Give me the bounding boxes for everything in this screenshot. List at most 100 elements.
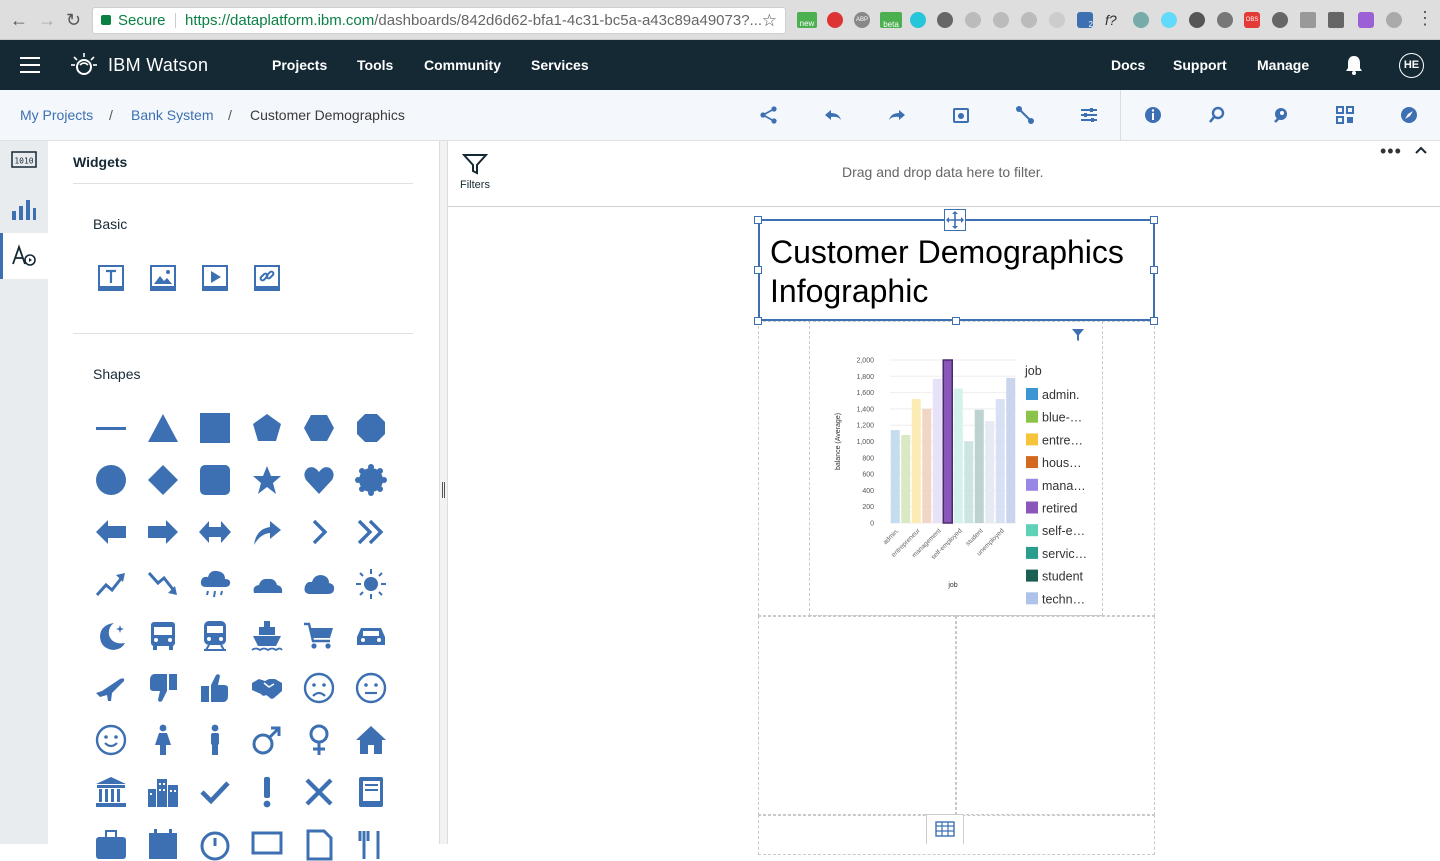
connect-icon[interactable] (1015, 105, 1035, 125)
extension-icon[interactable] (1386, 12, 1402, 28)
square-shape-icon[interactable] (198, 411, 232, 445)
diamond-shape-icon[interactable] (146, 463, 180, 497)
pentagon-shape-icon[interactable] (250, 411, 284, 445)
grid-icon[interactable] (1335, 105, 1355, 125)
bar-technician[interactable] (985, 421, 995, 523)
extension-icon[interactable] (1217, 12, 1233, 28)
address-bar[interactable]: Secure https://dataplatform.ibm.com/dash… (92, 7, 786, 34)
explore-icon[interactable] (1207, 105, 1227, 125)
airplane-icon[interactable] (94, 671, 128, 705)
bus-icon[interactable] (146, 619, 180, 653)
extension-icon[interactable] (993, 12, 1009, 28)
extension-icon[interactable] (1300, 12, 1316, 28)
nav-support[interactable]: Support (1173, 57, 1227, 73)
shopping-cart-icon[interactable] (302, 619, 336, 653)
woman-icon[interactable] (146, 723, 180, 757)
cloud-icon[interactable] (250, 567, 284, 601)
bar-chart-widget[interactable]: 0 200 400 600 800 1,000 1,200 1,400 1,600 1,800 2,… (810, 323, 1104, 615)
extension-icon[interactable] (1328, 12, 1344, 28)
train-icon[interactable] (198, 619, 232, 653)
handshake-icon[interactable] (250, 671, 284, 705)
bar-entrepreneur[interactable] (911, 399, 921, 523)
image-widget-icon[interactable] (150, 265, 176, 291)
legend-item-label[interactable]: retired (1042, 502, 1077, 516)
legend-item-label[interactable]: hous… (1042, 456, 1082, 470)
nav-docs[interactable]: Docs (1111, 57, 1145, 73)
back-icon[interactable]: ← (10, 11, 28, 29)
bar-unemployed[interactable] (995, 399, 1005, 523)
bar-services[interactable] (964, 441, 974, 524)
trend-down-icon[interactable] (146, 567, 180, 601)
ship-icon[interactable] (250, 619, 284, 653)
nav-community[interactable]: Community (424, 57, 501, 73)
bar-bluecollar[interactable] (901, 434, 911, 523)
fx-extension-icon[interactable]: f? (1105, 12, 1121, 28)
rail-data-tab[interactable]: 1010 (0, 141, 48, 187)
male-symbol-icon[interactable] (250, 723, 284, 757)
sad-face-icon[interactable] (302, 671, 336, 705)
car-icon[interactable] (354, 619, 388, 653)
bar-unknown[interactable] (1006, 377, 1016, 523)
extension-icon[interactable] (827, 12, 843, 28)
legend-item-label[interactable]: blue-… (1042, 411, 1082, 425)
chevron-shape-icon[interactable] (302, 515, 336, 549)
bar-retired[interactable] (942, 359, 953, 524)
video-widget-icon[interactable] (202, 265, 228, 291)
nav-services[interactable]: Services (531, 57, 589, 73)
rail-visualizations-tab[interactable] (0, 187, 48, 233)
x-mark-icon[interactable] (302, 775, 336, 809)
snapshot-icon[interactable] (951, 105, 971, 125)
arrow-right-shape-icon[interactable] (146, 515, 180, 549)
breadcrumb-my-projects[interactable]: My Projects (20, 107, 93, 123)
calendar-icon[interactable] (146, 827, 180, 861)
resize-handle[interactable] (1150, 216, 1158, 224)
circle-shape-icon[interactable] (94, 463, 128, 497)
bookmark-star-icon[interactable]: ☆ (762, 8, 777, 33)
clock-icon[interactable] (198, 827, 232, 861)
trend-up-icon[interactable] (94, 567, 128, 601)
octagon-shape-icon[interactable] (354, 411, 388, 445)
rail-widgets-tab[interactable] (0, 233, 48, 279)
bar-selfemployed[interactable] (953, 388, 963, 523)
assist-icon[interactable] (1271, 105, 1291, 125)
bank-icon[interactable] (94, 775, 128, 809)
bar-chart[interactable]: 0 200 400 600 800 1,000 1,200 1,400 1,600 1,800 2,… (810, 323, 1104, 615)
heart-shape-icon[interactable] (302, 463, 336, 497)
bar-management[interactable] (932, 378, 942, 523)
neutral-face-icon[interactable] (354, 671, 388, 705)
collapse-chevron-up-icon[interactable] (1414, 145, 1428, 155)
legend-item-label[interactable]: student (1042, 570, 1084, 584)
obs-icon[interactable]: OBS (1244, 12, 1260, 28)
title-text-widget[interactable]: Customer Demographics Infographic (758, 219, 1155, 321)
nav-tools[interactable]: Tools (357, 57, 393, 73)
breadcrumb-bank-system[interactable]: Bank System (131, 107, 213, 123)
city-buildings-icon[interactable] (146, 775, 180, 809)
book-icon[interactable] (354, 775, 388, 809)
undo-icon[interactable] (823, 105, 843, 125)
cloud-solid-icon[interactable] (302, 567, 336, 601)
redo-icon[interactable] (887, 105, 907, 125)
briefcase-icon[interactable] (94, 827, 128, 861)
checkmark-icon[interactable] (198, 775, 232, 809)
user-avatar[interactable]: HE (1399, 53, 1424, 78)
extension-icon[interactable] (1049, 12, 1065, 28)
legend-item-label[interactable]: self-e… (1042, 524, 1085, 538)
web-page-widget-icon[interactable] (254, 265, 280, 291)
sun-icon[interactable] (354, 567, 388, 601)
info-icon[interactable] (1143, 105, 1163, 125)
rain-cloud-icon[interactable] (198, 567, 232, 601)
resize-handle[interactable] (1150, 266, 1158, 274)
document-icon[interactable] (302, 827, 336, 861)
resize-handle[interactable] (754, 317, 762, 325)
extension-icon[interactable] (937, 12, 953, 28)
arrow-left-shape-icon[interactable] (94, 515, 128, 549)
legend-item-label[interactable]: entre… (1042, 433, 1083, 447)
resize-handle[interactable] (754, 266, 762, 274)
extension-icon[interactable] (910, 12, 926, 28)
text-widget-icon[interactable] (98, 265, 124, 291)
notifications-bell-icon[interactable] (1345, 55, 1363, 75)
new-extension-icon[interactable]: new (797, 12, 817, 28)
brand-name[interactable]: IBM Watson (108, 55, 208, 76)
settings-sliders-icon[interactable] (1079, 105, 1099, 125)
moon-icon[interactable] (94, 619, 128, 653)
